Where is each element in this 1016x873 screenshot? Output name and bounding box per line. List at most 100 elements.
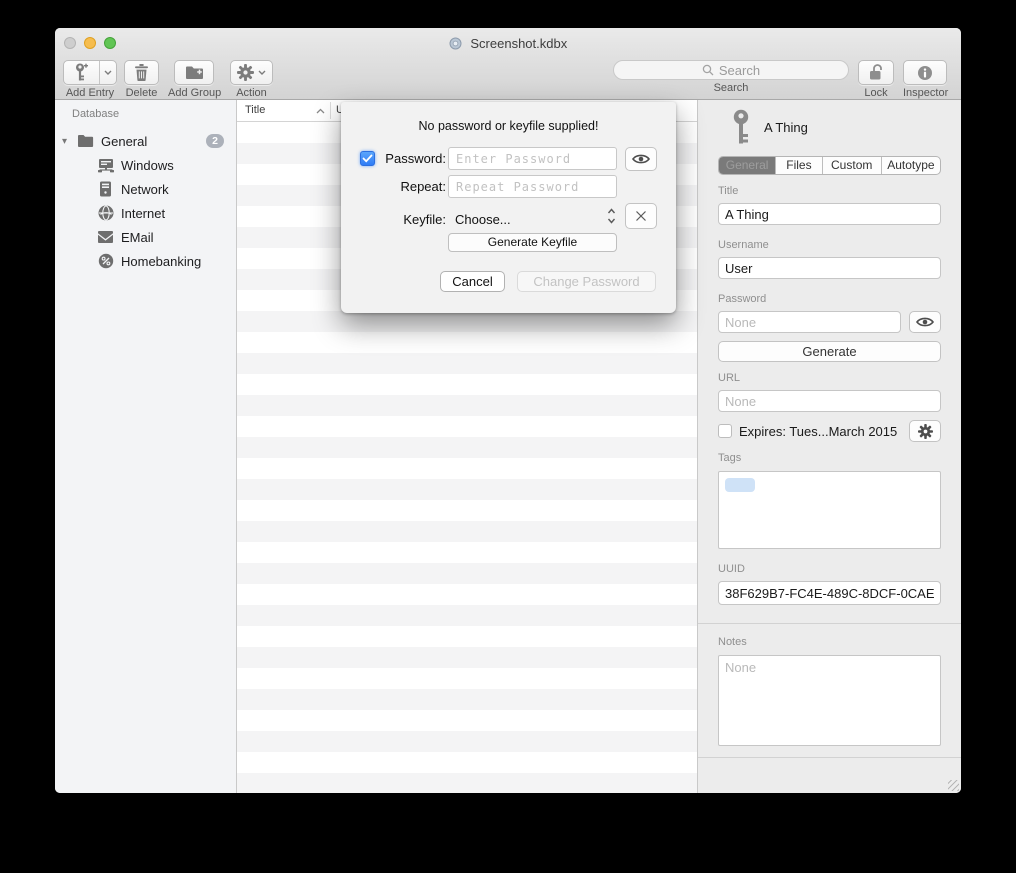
inspector-tool: Inspector (903, 60, 947, 99)
tags-field-label: Tags (718, 452, 941, 464)
sidebar-item-network[interactable]: Network (55, 177, 236, 201)
url-field-label: URL (718, 372, 941, 384)
url-field[interactable] (718, 390, 941, 412)
sidebar-item-label: Windows (121, 158, 174, 173)
toolbar: Add Entry Delete Add Group (55, 58, 961, 100)
sidebar-item-label: Internet (121, 206, 165, 221)
inspector-entry-title: A Thing (764, 120, 808, 135)
sidebar: Database ▾ General 2 Windows Network (55, 100, 237, 793)
reveal-password-button[interactable] (909, 311, 941, 333)
notes-field-label: Notes (718, 636, 941, 648)
dialog-repeat-label: Repeat: (375, 179, 446, 194)
key-icon (730, 109, 752, 145)
add-group-button[interactable] (174, 60, 214, 85)
app-window: Screenshot.kdbx Add Entry (55, 28, 961, 793)
add-group-tool: Add Group (168, 60, 220, 99)
divider (698, 623, 961, 624)
cancel-button[interactable]: Cancel (440, 271, 505, 292)
globe-icon (96, 205, 115, 221)
gear-icon (237, 64, 254, 81)
tab-general[interactable]: General (719, 157, 776, 174)
add-group-label: Add Group (168, 87, 220, 99)
magnifier-icon (702, 64, 714, 76)
resize-grip[interactable] (948, 780, 959, 791)
trash-icon (134, 64, 149, 81)
tab-autotype[interactable]: Autotype (882, 157, 940, 174)
clear-keyfile-button[interactable] (625, 203, 657, 229)
document-proxy-icon (449, 37, 462, 50)
column-divider[interactable] (330, 102, 331, 119)
eye-icon (632, 153, 650, 165)
tab-custom[interactable]: Custom (823, 157, 882, 174)
tab-files[interactable]: Files (776, 157, 822, 174)
action-label: Action (230, 87, 273, 99)
title-field[interactable] (718, 203, 941, 225)
disclosure-triangle-icon[interactable]: ▾ (62, 136, 76, 147)
key-plus-icon[interactable] (64, 61, 99, 84)
open-padlock-icon (869, 64, 884, 81)
search-tool: Search Search (613, 60, 849, 94)
generate-keyfile-button[interactable]: Generate Keyfile (448, 233, 617, 252)
x-icon (635, 210, 647, 222)
dialog-keyfile-label: Keyfile: (381, 212, 446, 227)
password-field-label: Password (718, 293, 941, 305)
action-button[interactable] (230, 60, 273, 85)
inspector-button[interactable] (903, 60, 947, 85)
search-input[interactable]: Search (613, 60, 849, 80)
keyfile-popup[interactable]: Choose... (455, 212, 511, 227)
sidebar-item-homebanking[interactable]: Homebanking (55, 249, 236, 273)
search-placeholder: Search (719, 63, 760, 78)
up-down-chevrons-icon[interactable] (607, 208, 616, 224)
window-title-text: Screenshot.kdbx (470, 36, 567, 51)
folder-plus-icon (185, 65, 204, 80)
divider (698, 757, 961, 758)
envelope-icon (96, 231, 115, 244)
windows-network-icon (96, 158, 115, 173)
inspector-tabs: General Files Custom Autotype (718, 156, 941, 175)
server-icon (96, 181, 115, 197)
delete-button[interactable] (124, 60, 159, 85)
title-field-label: Title (718, 185, 941, 197)
username-field[interactable] (718, 257, 941, 279)
lock-button[interactable] (858, 60, 894, 85)
sort-ascending-icon (316, 108, 325, 114)
expires-label: Expires: Tues...March 2015 (739, 424, 897, 439)
sidebar-item-windows[interactable]: Windows (55, 153, 236, 177)
dialog-password-label: Password: (375, 151, 446, 166)
change-password-dialog: No password or keyfile supplied! Passwor… (341, 102, 676, 313)
add-entry-label: Add Entry (63, 87, 117, 99)
sidebar-item-email[interactable]: EMail (55, 225, 236, 249)
sidebar-item-label: Homebanking (121, 254, 201, 269)
password-field[interactable] (718, 311, 901, 333)
uuid-field[interactable] (718, 581, 941, 605)
sidebar-header-database: Database (72, 108, 236, 120)
inspector-panel: A Thing General Files Custom Autotype Ti… (697, 100, 961, 793)
change-password-button[interactable]: Change Password (517, 271, 656, 292)
expires-row: Expires: Tues...March 2015 (718, 420, 941, 442)
info-icon (917, 65, 933, 81)
delete-tool: Delete (124, 60, 159, 99)
add-entry-button[interactable] (63, 60, 117, 85)
tag-token[interactable] (725, 478, 755, 492)
inspector-entry-header: A Thing (718, 108, 941, 146)
folder-icon (76, 134, 95, 148)
sidebar-item-internet[interactable]: Internet (55, 201, 236, 225)
notes-field[interactable] (718, 655, 941, 746)
window-title: Screenshot.kdbx (55, 36, 961, 51)
expires-checkbox[interactable] (718, 424, 732, 438)
inspector-label: Inspector (903, 87, 947, 99)
column-header-title[interactable]: Title (245, 104, 265, 116)
search-label: Search (613, 82, 849, 94)
add-entry-dropdown[interactable] (99, 61, 116, 84)
expires-settings-button[interactable] (909, 420, 941, 442)
checkmark-icon (362, 154, 373, 163)
sidebar-item-general[interactable]: ▾ General 2 (55, 129, 236, 153)
entry-count-badge: 2 (206, 134, 224, 148)
generate-password-button[interactable]: Generate (718, 341, 941, 362)
dialog-reveal-password-button[interactable] (625, 147, 657, 171)
tags-box[interactable] (718, 471, 941, 549)
dialog-repeat-input[interactable] (448, 175, 617, 198)
password-enabled-checkbox[interactable] (360, 151, 375, 166)
uuid-field-label: UUID (718, 563, 941, 575)
dialog-password-input[interactable] (448, 147, 617, 170)
